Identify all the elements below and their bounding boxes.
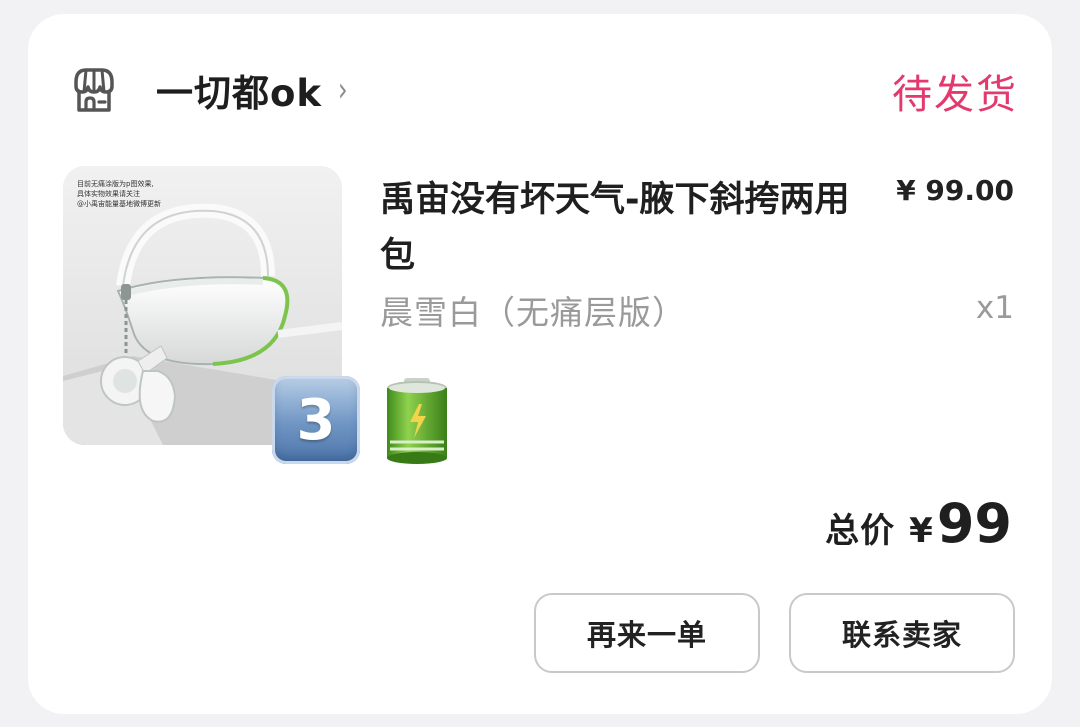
contact-seller-button[interactable]: 联系卖家: [789, 593, 1015, 673]
image-caption-line-3: @小禹宙能量基地微博更新: [77, 199, 161, 208]
order-total: 总价 ¥ 99: [825, 492, 1012, 555]
product-variant: 晨雪白（无痛层版）: [380, 293, 686, 332]
total-label: 总价: [825, 511, 896, 551]
image-caption-line-1: 目前无痛涂版为p图效果,: [77, 179, 154, 188]
keycap-three-icon: 3: [272, 376, 360, 464]
total-currency: ¥: [909, 511, 933, 551]
image-caption-line-2: 具体实物效果请关注: [77, 189, 140, 198]
store-name[interactable]: 一切都ok: [156, 63, 322, 117]
order-card: 一切都ok › 待发货 目前无痛涂版为p图效果, 具体实物效果请关注 @小禹宙能…: [28, 14, 1052, 714]
store-awning-icon: [68, 64, 120, 116]
order-status: 待发货: [892, 72, 1018, 118]
store-header[interactable]: 一切都ok › 待发货: [68, 60, 1018, 120]
battery-icon: [382, 376, 452, 466]
product-quantity: x1: [975, 290, 1014, 326]
reorder-button[interactable]: 再来一单: [534, 593, 760, 673]
product-price: ¥ 99.00: [896, 174, 1014, 207]
product-title[interactable]: 禹宙没有坏天气-腋下斜挎两用包: [380, 172, 850, 284]
total-amount: 99: [936, 492, 1012, 555]
chevron-right-icon[interactable]: ›: [338, 73, 348, 107]
